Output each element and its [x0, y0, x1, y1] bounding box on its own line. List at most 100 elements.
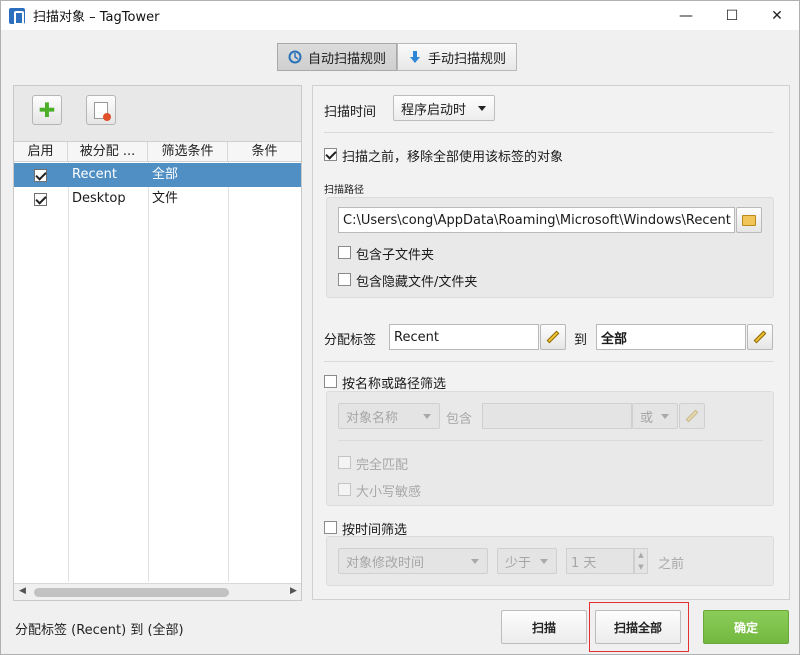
- include-subfolders-label: 包含子文件夹: [356, 248, 435, 263]
- row-name: Recent: [72, 167, 117, 182]
- browse-folder-button[interactable]: [736, 207, 762, 233]
- tab-auto-scan[interactable]: 自动扫描规则: [277, 43, 398, 71]
- time-amount-spinner[interactable]: ▲ ▼: [634, 548, 648, 574]
- focus-highlight: [589, 602, 689, 652]
- auto-scan-icon: [288, 50, 302, 64]
- maximize-button[interactable]: ☐: [709, 1, 755, 30]
- edit-target-button[interactable]: [747, 324, 773, 350]
- app-logo-icon: [9, 7, 25, 25]
- name-field-dropdown[interactable]: 对象名称: [338, 403, 440, 429]
- scan-time-label: 扫描时间: [324, 105, 377, 120]
- scan-time-dropdown[interactable]: 程序启动时: [393, 95, 495, 121]
- chevron-down-icon: [423, 414, 431, 419]
- divider: [324, 361, 774, 362]
- name-filter-input[interactable]: [482, 403, 632, 429]
- window-title: 扫描对象 – TagTower: [33, 10, 160, 25]
- down-arrow-icon: [408, 50, 422, 64]
- contains-label: 包含: [446, 412, 473, 427]
- plus-icon: ✚: [38, 98, 56, 122]
- horizontal-scrollbar[interactable]: ◀ ▶: [14, 583, 301, 600]
- time-filter-checkbox[interactable]: [324, 521, 337, 534]
- time-field-value: 对象修改时间: [346, 555, 425, 571]
- include-subfolders-checkbox[interactable]: [338, 246, 351, 259]
- table-row[interactable]: Desktop 文件: [14, 187, 301, 211]
- scroll-right-icon[interactable]: ▶: [290, 586, 297, 596]
- pencil-icon: [753, 330, 767, 344]
- row-filter: 文件: [152, 191, 179, 206]
- spin-down-icon[interactable]: ▼: [638, 563, 643, 571]
- close-button[interactable]: ✕: [754, 1, 800, 30]
- scan-path-label: 扫描路径: [324, 185, 364, 196]
- time-field-dropdown[interactable]: 对象修改时间: [338, 548, 488, 574]
- tab-label: 自动扫描规则: [308, 51, 387, 67]
- app-window: 扫描对象 – TagTower — ☐ ✕ 自动扫描规则 手动扫描规则 ✚ 启用…: [0, 0, 800, 655]
- column-divider: [68, 162, 69, 582]
- row-enabled-checkbox[interactable]: [34, 168, 47, 182]
- minimize-button[interactable]: —: [663, 1, 709, 30]
- assign-target-input[interactable]: 全部: [596, 324, 746, 350]
- column-divider: [148, 162, 149, 582]
- row-enabled-cell: [14, 168, 68, 182]
- column-assigned[interactable]: 被分配 ...: [68, 142, 148, 162]
- exact-match-checkbox[interactable]: [338, 456, 351, 469]
- case-sensitive-checkbox[interactable]: [338, 483, 351, 496]
- column-divider: [228, 162, 229, 582]
- row-filter: 全部: [152, 167, 179, 182]
- scan-path-group: C:\Users\cong\AppData\Roaming\Microsoft\…: [326, 197, 774, 298]
- assign-tag-input[interactable]: Recent: [389, 324, 539, 350]
- divider: [324, 132, 774, 133]
- table-row[interactable]: Recent 全部: [14, 163, 301, 187]
- rule-list-panel: ✚ 启用 被分配 ... 筛选条件 条件 Recent 全部 Desktop 文…: [13, 85, 302, 601]
- row-condition: [228, 187, 301, 211]
- tab-manual-scan[interactable]: 手动扫描规则: [397, 43, 518, 71]
- list-toolbar: ✚: [14, 86, 301, 142]
- scroll-thumb[interactable]: [34, 588, 229, 597]
- remove-before-label: 扫描之前，移除全部使用该标签的对象: [342, 150, 564, 165]
- scan-time-value: 程序启动时: [401, 102, 467, 118]
- scan-button[interactable]: 扫描: [501, 610, 587, 644]
- row-enabled-cell: [14, 192, 68, 206]
- name-filter-group: 对象名称 包含 或 完全匹配 大小写敏感: [326, 391, 774, 506]
- pencil-icon: [546, 330, 560, 344]
- column-enabled[interactable]: 启用: [14, 142, 68, 162]
- time-amount-input[interactable]: 1 天: [566, 548, 634, 574]
- name-filter-checkbox[interactable]: [324, 375, 337, 388]
- name-field-value: 对象名称: [346, 410, 399, 426]
- remove-document-icon: [94, 101, 111, 121]
- row-enabled-checkbox[interactable]: [34, 192, 47, 206]
- tab-label: 手动扫描规则: [428, 51, 507, 67]
- rule-detail-panel: 扫描时间 程序启动时 扫描之前，移除全部使用该标签的对象 扫描路径 C:\Use…: [312, 85, 790, 600]
- status-text: 分配标签 (Recent) 到 (全部): [15, 623, 184, 638]
- chevron-down-icon: [478, 106, 486, 111]
- edit-filter-button[interactable]: [679, 403, 705, 429]
- title-bar: 扫描对象 – TagTower — ☐ ✕: [1, 1, 799, 30]
- rule-tabs: 自动扫描规则 手动扫描规则: [277, 43, 518, 71]
- time-filter-group: 对象修改时间 少于 1 天 ▲ ▼ 之前: [326, 536, 774, 586]
- add-rule-button[interactable]: ✚: [32, 95, 62, 125]
- include-hidden-checkbox[interactable]: [338, 273, 351, 286]
- edit-tag-button[interactable]: [540, 324, 566, 350]
- chevron-down-icon: [471, 559, 479, 564]
- chevron-down-icon: [661, 414, 669, 419]
- table-header: 启用 被分配 ... 筛选条件 条件: [14, 142, 301, 162]
- name-filter-label: 按名称或路径筛选: [342, 377, 447, 392]
- column-filter[interactable]: 筛选条件: [148, 142, 228, 162]
- row-name: Desktop: [72, 191, 126, 206]
- op-value: 或: [640, 410, 654, 426]
- op-dropdown[interactable]: 或: [632, 403, 678, 429]
- column-condition[interactable]: 条件: [228, 142, 301, 162]
- scroll-left-icon[interactable]: ◀: [19, 586, 26, 596]
- divider: [338, 440, 763, 441]
- time-suffix-label: 之前: [658, 557, 685, 572]
- pencil-icon: [685, 409, 699, 423]
- case-sensitive-label: 大小写敏感: [356, 485, 422, 500]
- time-compare-dropdown[interactable]: 少于: [497, 548, 557, 574]
- chevron-down-icon: [540, 559, 548, 564]
- ok-button[interactable]: 确定: [703, 610, 789, 644]
- spin-up-icon[interactable]: ▲: [638, 551, 643, 559]
- exact-match-label: 完全匹配: [356, 458, 409, 473]
- time-compare-value: 少于: [505, 555, 532, 571]
- scan-path-input[interactable]: C:\Users\cong\AppData\Roaming\Microsoft\…: [338, 207, 735, 233]
- remove-before-checkbox[interactable]: [324, 148, 337, 161]
- remove-rule-button[interactable]: [86, 95, 116, 125]
